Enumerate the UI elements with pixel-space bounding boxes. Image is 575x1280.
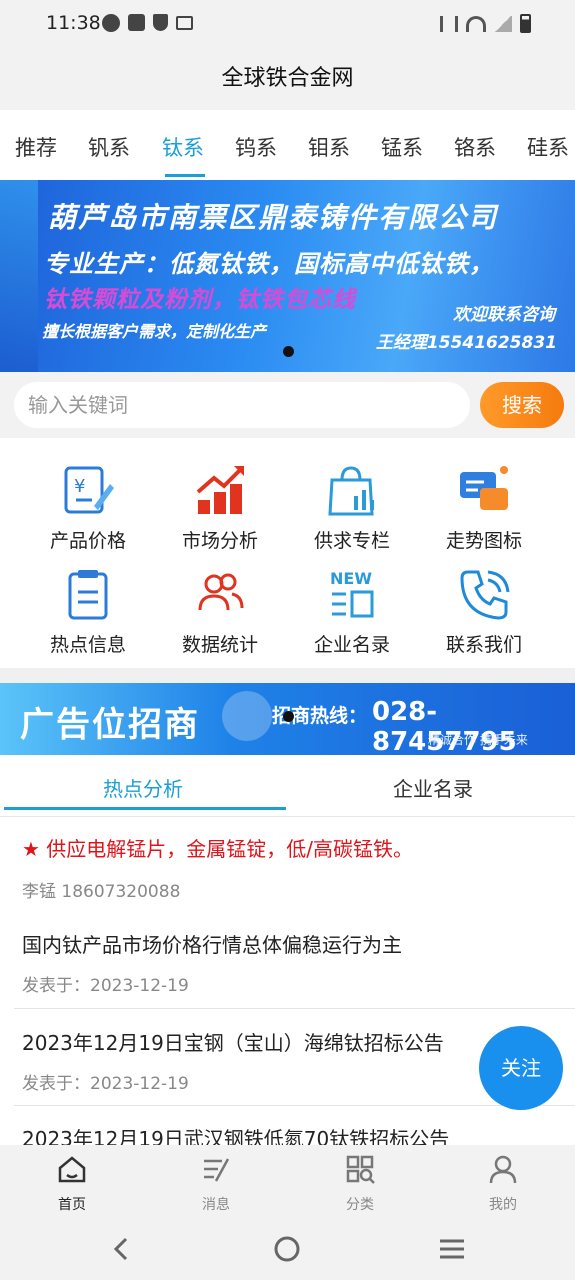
item-title: 2023年12月19日宝钢（宝山）海绵钛招标公告 (22, 1031, 444, 1055)
category-icon (346, 1155, 375, 1184)
tab-hot-analysis[interactable]: 热点分析 (103, 773, 183, 802)
status-bar: 11:38 (0, 0, 575, 48)
menu-label: 走势图标 (445, 530, 522, 552)
nav-label: 消息 (202, 1197, 230, 1213)
nav-category[interactable]: 分类 (320, 1153, 400, 1214)
system-icons (440, 14, 531, 33)
nav-label: 首页 (58, 1197, 86, 1213)
tab-taixi[interactable]: 钛系 (162, 132, 204, 162)
active-tab-indicator (4, 807, 286, 810)
status-time: 11:38 (46, 12, 101, 34)
system-nav-bar (0, 1215, 575, 1280)
app-header: 全球铁合金网 (0, 48, 575, 110)
menu-label: 供求专栏 (313, 530, 390, 552)
banner-line2: 钛铁颗粒及粉剂，钛铁包芯线 (44, 287, 356, 313)
tab-muxi[interactable]: 钼系 (308, 132, 350, 162)
banner-line3: 擅长根据客户需求，定制化生产 (42, 322, 267, 341)
signal-icon (494, 15, 512, 32)
active-tab-indicator (165, 174, 205, 177)
ad-subtitle: 精诚合作 携手未来 (428, 733, 528, 747)
category-tabs: 推荐 钒系 钛系 钨系 钼系 锰系 铬系 硅系 (0, 110, 575, 180)
ad-banner[interactable]: 广告位招商 招商热线： 028-87457795 精诚合作 携手未来 (0, 683, 575, 755)
divider (14, 1105, 575, 1106)
item-title: 国内钛产品市场价格行情总体偏稳运行为主 (22, 933, 402, 957)
carousel-indicator (283, 346, 294, 357)
home-icon (58, 1156, 86, 1183)
tab-mengxi[interactable]: 锰系 (381, 132, 423, 162)
feature-menu: ¥ 产品价格 市场分析 供求专栏 走势图标 热点信息 数据统计 NEW 企业名录… (0, 438, 575, 668)
carousel-indicator (283, 711, 294, 722)
menu-data-stats[interactable]: 数据统计 (160, 556, 280, 656)
notification-icons (102, 14, 193, 32)
bottom-nav: 首页 消息 分类 我的 (0, 1145, 575, 1215)
menu-label: 数据统计 (181, 634, 258, 656)
banner-decoration (0, 180, 38, 372)
tab-company-directory[interactable]: 企业名录 (393, 773, 473, 802)
nav-profile[interactable]: 我的 (463, 1153, 543, 1214)
recents-icon[interactable] (438, 1237, 466, 1261)
phone-icon (460, 570, 510, 620)
battery-icon (520, 14, 531, 33)
item-title: ★ 供应电解锰片，金属锰锭，低/高碳锰铁。 (22, 837, 414, 861)
back-icon[interactable] (108, 1235, 134, 1263)
tab-fanxi[interactable]: 钒系 (88, 132, 130, 162)
trend-chat-icon (460, 466, 508, 510)
nav-home[interactable]: 首页 (32, 1153, 112, 1214)
menu-label: 热点信息 (49, 634, 126, 656)
tab-wuxi[interactable]: 钨系 (235, 132, 277, 162)
wifi-icon (466, 15, 486, 32)
banner-line1: 专业生产：低氮钛铁，国标高中低钛铁， (44, 250, 494, 278)
price-tag-icon: ¥ (64, 466, 114, 514)
users-icon (198, 573, 244, 611)
home-circle-icon[interactable] (273, 1235, 301, 1263)
menu-label: 联系我们 (445, 634, 522, 656)
menu-label: 市场分析 (181, 530, 258, 552)
menu-contact-us[interactable]: 联系我们 (424, 556, 544, 656)
ad-decoration (222, 691, 272, 741)
search-input[interactable] (14, 382, 470, 428)
message-icon (204, 1158, 230, 1182)
card-icon (176, 16, 193, 30)
svg-text:NEW: NEW (330, 569, 372, 588)
item-title: 2023年12月19日武汉钢铁低氮70钛铁招标公告 (22, 1127, 450, 1145)
nav-messages[interactable]: 消息 (176, 1153, 256, 1214)
tab-guixi[interactable]: 硅系 (527, 132, 569, 162)
menu-company-directory[interactable]: NEW 企业名录 (292, 556, 412, 656)
menu-trend-chart[interactable]: 走势图标 (424, 452, 544, 552)
search-bar: 搜索 (0, 372, 575, 438)
mail-icon (128, 14, 145, 31)
menu-label: 产品价格 (49, 530, 126, 552)
menu-product-price[interactable]: ¥ 产品价格 (28, 452, 148, 552)
vibrate-icon (440, 15, 458, 32)
menu-hot-info[interactable]: 热点信息 (28, 556, 148, 656)
item-date: 发表于：2023-12-19 (22, 976, 189, 996)
promo-banner[interactable]: 葫芦岛市南票区鼎泰铸件有限公司 专业生产：低氮钛铁，国标高中低钛铁， 钛铁颗粒及… (0, 180, 575, 372)
nav-label: 分类 (346, 1197, 374, 1213)
banner-welcome: 欢迎联系咨询 (453, 305, 555, 325)
menu-label: 企业名录 (313, 634, 390, 656)
follow-button[interactable]: 关注 (479, 1026, 563, 1110)
content-tabs: 热点分析 企业名录 (0, 755, 575, 817)
new-list-icon: NEW (330, 569, 374, 618)
tab-tuijian[interactable]: 推荐 (15, 132, 57, 162)
speedometer-icon (102, 14, 120, 32)
tab-gexi[interactable]: 铬系 (454, 132, 496, 162)
ad-title: 广告位招商 (20, 705, 200, 745)
divider (14, 1008, 575, 1009)
item-meta: 李锰 18607320088 (22, 882, 181, 902)
bar-chart-icon (196, 466, 244, 514)
shopping-bag-icon (328, 466, 374, 516)
shield-icon (153, 14, 168, 31)
banner-phone: 王经理15541625831 (375, 333, 557, 353)
item-date: 发表于：2023-12-19 (22, 1074, 189, 1094)
search-button[interactable]: 搜索 (480, 382, 564, 428)
clipboard-icon (68, 570, 108, 620)
svg-text:¥: ¥ (74, 476, 85, 497)
menu-supply-demand[interactable]: 供求专栏 (292, 452, 412, 552)
page-title: 全球铁合金网 (221, 66, 354, 91)
banner-company: 葫芦岛市南票区鼎泰铸件有限公司 (48, 201, 499, 234)
menu-market-analysis[interactable]: 市场分析 (160, 452, 280, 552)
profile-icon (489, 1155, 517, 1184)
nav-label: 我的 (489, 1197, 517, 1213)
